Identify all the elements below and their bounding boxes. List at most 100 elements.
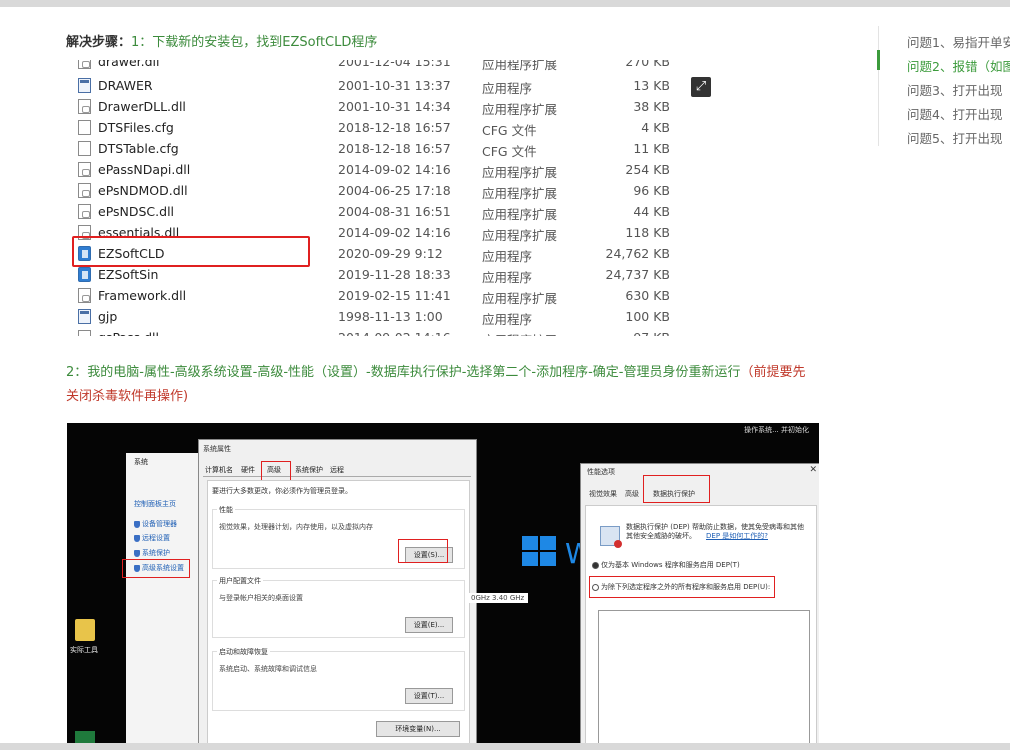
dialog-tabs: 计算机名 硬件 高级 系统保护 远程 bbox=[203, 462, 471, 477]
dep-shield-icon bbox=[600, 526, 622, 548]
file-date: 2004-08-31 16:51 bbox=[338, 204, 451, 219]
toc-item[interactable]: 问题5、打开出现（ bbox=[907, 128, 1010, 147]
tab-hardware[interactable]: 硬件 bbox=[241, 465, 255, 475]
profile-settings-button[interactable]: 设置(E)... bbox=[405, 617, 453, 633]
dep-desc-2: 其他安全威胁的破坏。 bbox=[626, 532, 696, 540]
file-date: 2018-12-18 16:57 bbox=[338, 120, 451, 135]
file-row[interactable]: Framework.dll 2019-02-15 11:41 应用程序扩展 630 K… bbox=[66, 285, 686, 306]
toc-item[interactable]: 问题1、易指开单安 bbox=[907, 32, 1010, 51]
file-name: DTSTable.cfg bbox=[98, 141, 179, 156]
file-row[interactable]: ePassNDapi.dll 2014-09-02 14:16 应用程序扩展 254 … bbox=[66, 159, 686, 180]
file-size: 4 KB bbox=[641, 120, 670, 135]
desktop-folder-icon bbox=[75, 619, 95, 641]
dll-icon bbox=[78, 162, 91, 177]
file-name: gjp bbox=[98, 309, 118, 324]
file-size: 97 KB bbox=[633, 330, 670, 336]
startup-group: 启动和故障恢复 系统启动、系统故障和调试信息 设置(T)... bbox=[212, 647, 465, 711]
step1-heading: 解决步骤：1：下载新的安装包，找到EZSoftCLD程序 bbox=[66, 31, 377, 50]
desktop-icon-label: 实际工具 bbox=[70, 646, 98, 654]
link-remote-settings[interactable]: 远程设置 bbox=[134, 533, 170, 543]
file-type: 应用程序 bbox=[482, 270, 533, 285]
file-name: drawer.dll bbox=[98, 60, 160, 69]
file-row[interactable]: DTSFiles.cfg 2018-12-18 16:57 CFG 文件 4 KB bbox=[66, 117, 686, 138]
system-settings-screenshot: 操作系统... 并初始化 实际工具 系统 控制面板主页 设备管理器 远程设置 系… bbox=[67, 423, 819, 745]
file-size: 24,737 KB bbox=[605, 267, 670, 282]
dep-help-link[interactable]: DEP 是如何工作的? bbox=[706, 531, 768, 541]
perf-dialog-title: 性能选项 bbox=[587, 468, 615, 476]
radio-basic-dep[interactable]: 仅为基本 Windows 程序和服务启用 DEP(T) bbox=[592, 560, 740, 570]
file-date: 2001-12-04 15:31 bbox=[338, 60, 451, 69]
file-date: 2014-09-02 14:16 bbox=[338, 225, 451, 240]
file-date: 2014-09-02 14:16 bbox=[338, 330, 451, 336]
tab-system-protection[interactable]: 系统保护 bbox=[295, 465, 323, 475]
file-type: CFG 文件 bbox=[482, 144, 537, 159]
file-date: 2018-12-18 16:57 bbox=[338, 141, 451, 156]
file-row[interactable]: drawer.dll 2001-12-04 15:31 应用程序扩展 270 KB bbox=[66, 60, 686, 72]
file-row[interactable]: DRAWER 2001-10-31 13:37 应用程序 13 KB bbox=[66, 75, 686, 96]
tab-remote[interactable]: 远程 bbox=[330, 465, 344, 475]
performance-options-dialog: 性能选项 ✕ 视觉效果 高级 数据执行保护 数据执行保护 (DEP) 帮助防止数… bbox=[580, 463, 819, 745]
dialog-title: 系统属性 bbox=[203, 445, 231, 453]
dll-icon bbox=[78, 60, 91, 69]
link-system-protection[interactable]: 系统保护 bbox=[134, 548, 170, 558]
file-size: 270 KB bbox=[625, 60, 670, 69]
link-control-panel-home[interactable]: 控制面板主页 bbox=[134, 499, 176, 509]
file-name: ePsNDMOD.dll bbox=[98, 183, 188, 198]
file-row[interactable]: ePsNDMOD.dll 2004-06-25 17:18 应用程序扩展 96 KB bbox=[66, 180, 686, 201]
toc-item[interactable]: 问题4、打开出现（ bbox=[907, 104, 1010, 123]
cpu-info: 0GHz 3.40 GHz bbox=[467, 593, 529, 603]
file-icon bbox=[78, 120, 91, 135]
file-size: 44 KB bbox=[633, 204, 670, 219]
top-scroll-bar bbox=[0, 0, 1010, 7]
file-size: 118 KB bbox=[625, 225, 670, 240]
highlight-radio-2 bbox=[589, 576, 775, 598]
link-device-manager[interactable]: 设备管理器 bbox=[134, 519, 177, 529]
file-size: 11 KB bbox=[633, 141, 670, 156]
file-list-image: drawer.dll 2001-12-04 15:31 应用程序扩展 270 KB DR… bbox=[66, 60, 686, 336]
file-row[interactable]: ePsNDSC.dll 2004-08-31 16:51 应用程序扩展 44 KB bbox=[66, 201, 686, 222]
toc-item[interactable]: 问题3、打开出现（ bbox=[907, 80, 1010, 99]
env-vars-button[interactable]: 环境变量(N)... bbox=[376, 721, 460, 737]
close-icon[interactable]: ✕ bbox=[809, 465, 817, 475]
file-row[interactable]: gjp 1998-11-13 1:00 应用程序 100 KB bbox=[66, 306, 686, 327]
startup-desc: 系统启动、系统故障和调试信息 bbox=[219, 665, 317, 673]
shield-icon bbox=[134, 520, 140, 528]
file-row[interactable]: DTSTable.cfg 2018-12-18 16:57 CFG 文件 11 KB bbox=[66, 138, 686, 159]
dll-icon bbox=[78, 183, 91, 198]
file-size: 13 KB bbox=[633, 78, 670, 93]
highlight-advanced-settings bbox=[122, 559, 190, 578]
highlight-perf-settings bbox=[398, 539, 448, 563]
system-title: 系统 bbox=[134, 458, 148, 466]
file-name: ePassNDapi.dll bbox=[98, 162, 191, 177]
dll-icon bbox=[78, 99, 91, 114]
step1-text: 1：下载新的安装包，找到EZSoftCLD程序 bbox=[131, 35, 378, 50]
highlight-dep-tab bbox=[643, 475, 710, 503]
profile-desc: 与登录帐户相关的桌面设置 bbox=[219, 594, 303, 602]
dep-panel: 数据执行保护 (DEP) 帮助防止数据，使其免受病毒和其他 其他安全威胁的破坏。… bbox=[585, 505, 817, 745]
startup-label: 启动和故障恢复 bbox=[217, 647, 270, 657]
file-type: 应用程序扩展 bbox=[482, 291, 558, 306]
tab-perf-advanced[interactable]: 高级 bbox=[625, 489, 639, 499]
toc-item[interactable]: 问题2、报错（如图 bbox=[907, 56, 1010, 75]
file-name: gsPass.dll bbox=[98, 330, 159, 336]
performance-label: 性能 bbox=[217, 505, 235, 515]
radio-selected bbox=[592, 561, 599, 569]
file-size: 630 KB bbox=[625, 288, 670, 303]
exe-icon bbox=[78, 78, 91, 93]
step2-main: 2：我的电脑-属性-高级系统设置-高级-性能（设置）-数据库执行保护-选择第二个… bbox=[66, 365, 741, 380]
file-row[interactable]: EZSoftSin 2019-11-28 18:33 应用程序 24,737 KB bbox=[66, 264, 686, 285]
right-toc-nav: 问题1、易指开单安 问题2、报错（如图 问题3、打开出现（ 问题4、打开出现（ 问题5、… bbox=[877, 26, 1010, 147]
exe-icon bbox=[78, 309, 91, 324]
expand-icon[interactable]: ⤢ bbox=[691, 77, 711, 97]
file-date: 2014-09-02 14:16 bbox=[338, 162, 451, 177]
dep-exception-list[interactable] bbox=[598, 610, 810, 744]
tab-visual-effects[interactable]: 视觉效果 bbox=[589, 489, 617, 499]
shield-icon bbox=[134, 549, 140, 557]
file-row[interactable]: gsPass.dll 2014-09-02 14:16 应用程序扩展 97 KB bbox=[66, 327, 686, 336]
file-type: 应用程序 bbox=[482, 249, 533, 264]
file-row[interactable]: DrawerDLL.dll 2001-10-31 14:34 应用程序扩展 38 KB bbox=[66, 96, 686, 117]
admin-note: 要进行大多数更改，你必须作为管理员登录。 bbox=[212, 487, 352, 495]
startup-settings-button[interactable]: 设置(T)... bbox=[405, 688, 453, 704]
tab-computer-name[interactable]: 计算机名 bbox=[205, 465, 233, 475]
bottom-scroll-bar bbox=[0, 743, 1010, 750]
